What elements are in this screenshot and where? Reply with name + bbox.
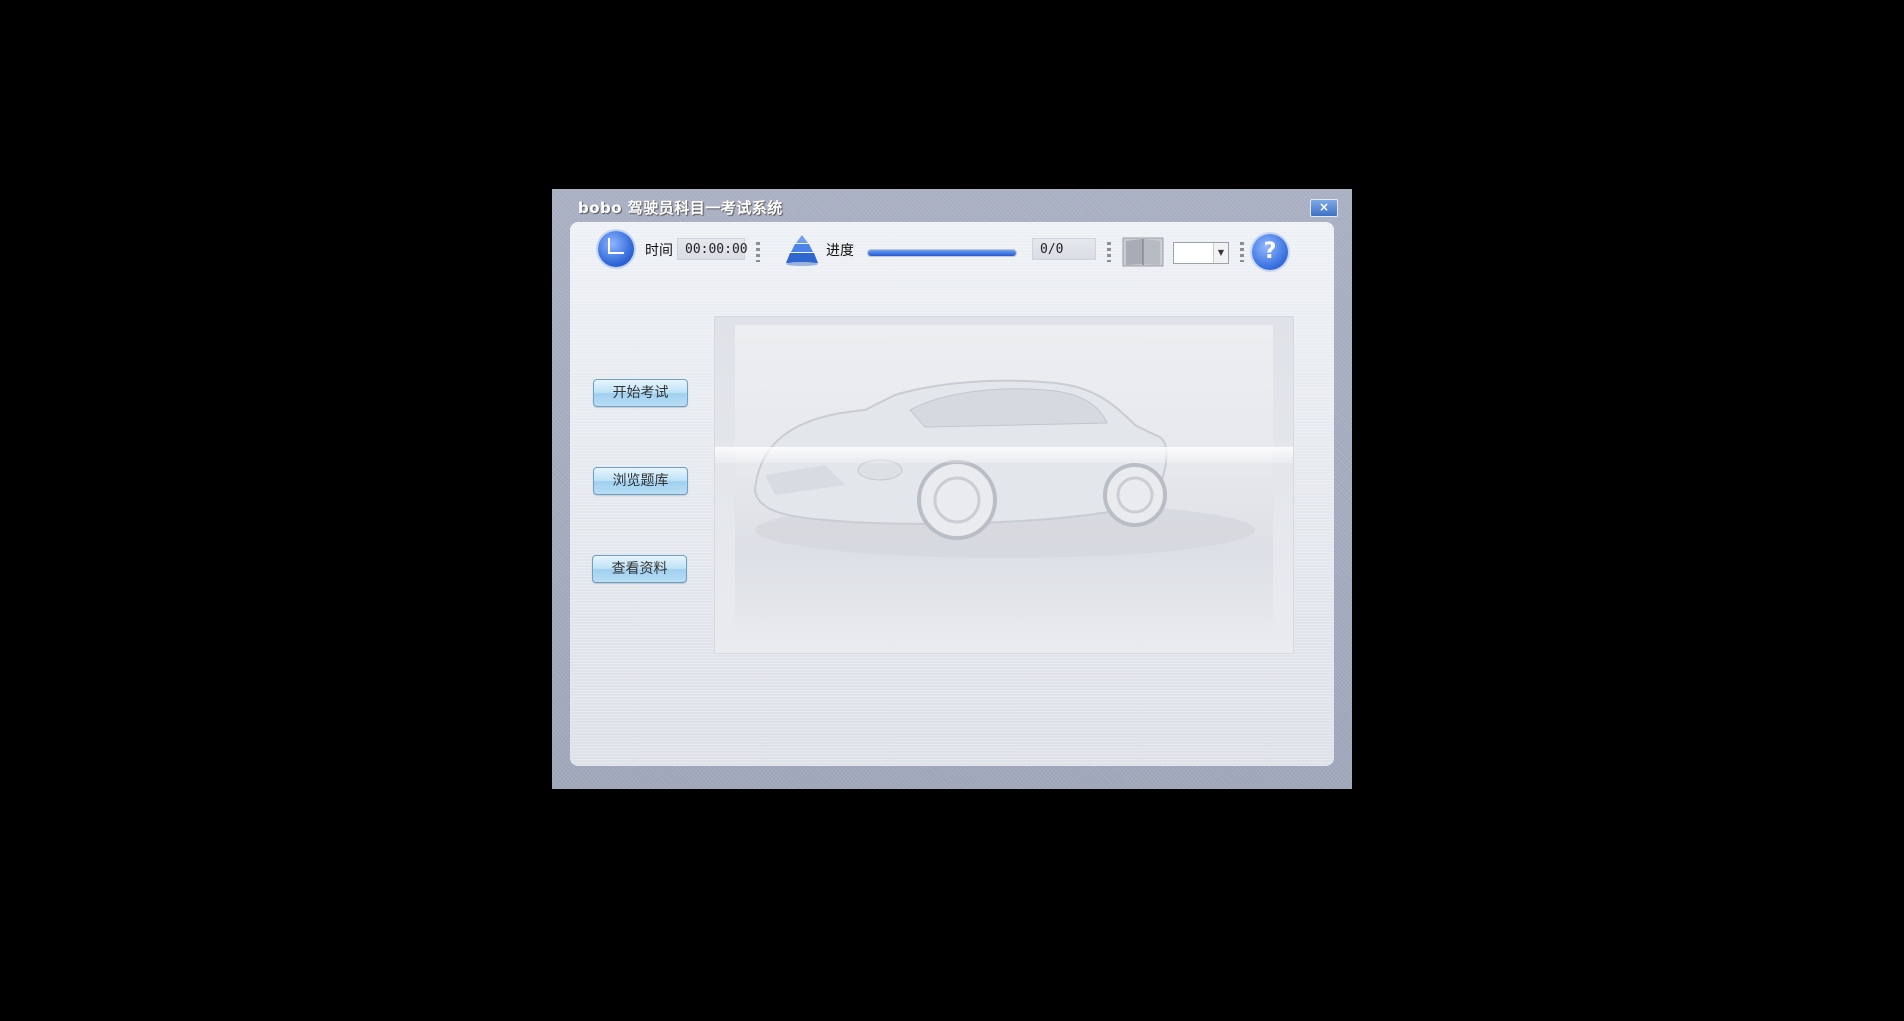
toolbar-separator [1240, 242, 1244, 262]
car-image [735, 325, 1273, 649]
close-button[interactable]: × [1310, 199, 1338, 217]
toolbar-separator [756, 242, 760, 262]
image-glare [715, 447, 1293, 463]
time-label: 时间 [645, 243, 673, 259]
time-display: 00:00:00 [677, 238, 748, 260]
view-materials-button[interactable]: 查看资料 [592, 555, 687, 583]
pyramid-icon [786, 235, 818, 266]
progress-bar [867, 249, 1017, 257]
car-illustration [753, 379, 1255, 558]
toolbar: 时间 00:00:00 进度 0/0 ▼ ? [570, 222, 1334, 282]
toolbar-separator [1107, 242, 1111, 262]
exam-window: bobo 驾驶员科目一考试系统 × 时间 00:00:00 进度 0/0 ▼ ?… [552, 189, 1352, 789]
browse-questions-button[interactable]: 浏览题库 [593, 467, 688, 495]
start-exam-button[interactable]: 开始考试 [593, 379, 688, 407]
progress-label: 进度 [826, 243, 854, 259]
clock-icon [598, 231, 634, 267]
main-panel: 时间 00:00:00 进度 0/0 ▼ ? 开始考试 浏览题库 查看资料 [570, 222, 1334, 766]
car-image-frame [714, 316, 1294, 654]
help-icon[interactable]: ? [1252, 234, 1288, 270]
question-count: 0/0 [1032, 238, 1096, 260]
question-select[interactable]: ▼ [1173, 242, 1229, 264]
chevron-down-icon[interactable]: ▼ [1213, 243, 1228, 263]
book-icon[interactable] [1122, 237, 1164, 267]
window-title: bobo 驾驶员科目一考试系统 [578, 199, 783, 217]
progress-fill [868, 250, 1016, 256]
